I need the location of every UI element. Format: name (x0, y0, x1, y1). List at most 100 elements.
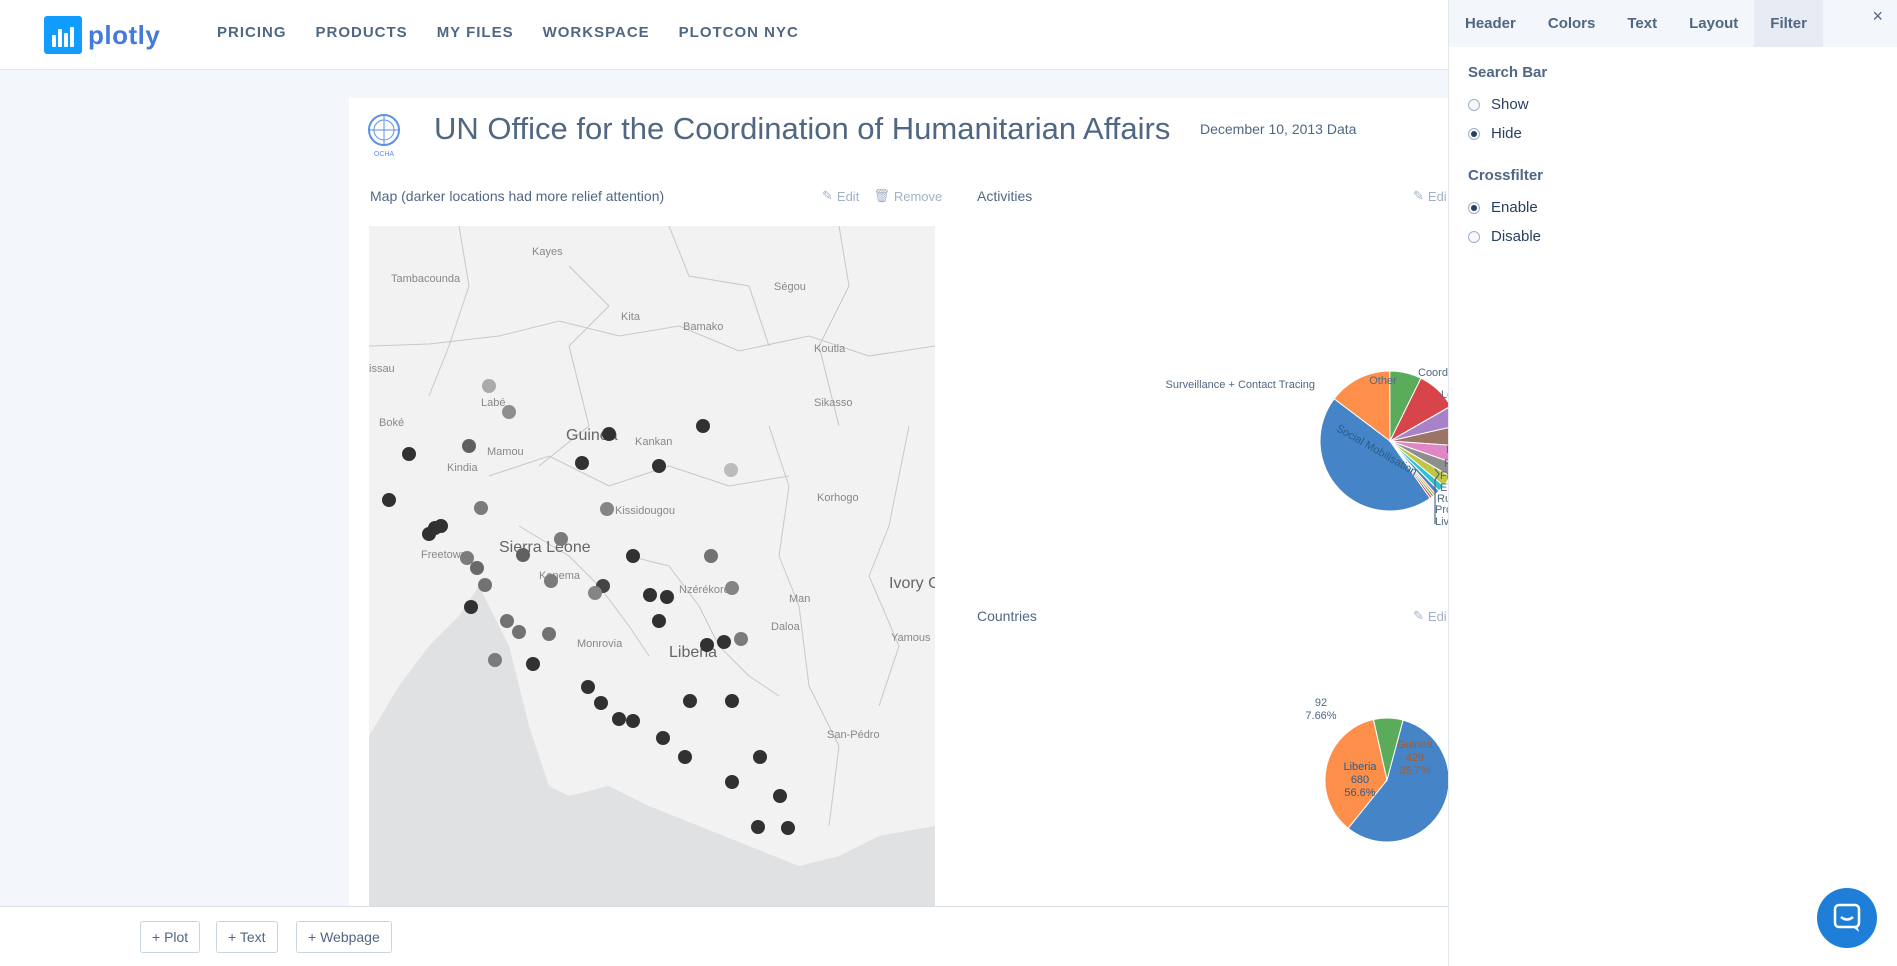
map-marker[interactable] (602, 427, 616, 441)
pie-label: Logistics (1441, 389, 1448, 401)
map-marker[interactable] (652, 614, 666, 628)
map-marker[interactable] (575, 456, 589, 470)
countries-pie-chart[interactable]: Liberia68056.6%Guinea42935.7%Sierra Leon… (935, 698, 1448, 908)
edit-label: Edi (1427, 188, 1447, 204)
map-marker[interactable] (478, 578, 492, 592)
map-panel-title[interactable]: Map (darker locations had more relief at… (370, 188, 664, 204)
settings-sidebar: Header Colors Text Layout Filter × Searc… (1448, 0, 1897, 966)
map-place-label: Bamako (683, 321, 723, 333)
map-place-label: Labé (481, 397, 505, 409)
map-place-label: Kindia (447, 462, 478, 474)
activities-panel-title[interactable]: Activities (977, 188, 1032, 204)
map-marker[interactable] (678, 750, 692, 764)
search-bar-show-option[interactable]: Show (1468, 90, 1547, 119)
map-marker[interactable] (626, 714, 640, 728)
close-icon[interactable]: × (1872, 6, 1883, 27)
map-marker[interactable] (488, 653, 502, 667)
map-marker[interactable] (502, 405, 516, 419)
add-webpage-button[interactable]: + Webpage (296, 921, 392, 953)
map-marker[interactable] (482, 379, 496, 393)
sidebar-tabs: Header Colors Text Layout Filter (1449, 0, 1897, 47)
pie-label: Livelihood (1435, 516, 1448, 528)
map-marker[interactable] (700, 638, 714, 652)
map-marker[interactable] (734, 632, 748, 646)
nav-my-files[interactable]: MY FILES (437, 24, 514, 41)
crossfilter-enable-option[interactable]: Enable (1468, 193, 1543, 222)
search-bar-hide-option[interactable]: Hide (1468, 119, 1547, 148)
edit-label: Edit (836, 188, 860, 204)
map-marker[interactable] (428, 521, 442, 535)
map-marker[interactable] (464, 600, 478, 614)
map-marker[interactable] (781, 821, 795, 835)
map-marker[interactable] (704, 549, 718, 563)
map-marker[interactable] (382, 493, 396, 507)
tab-layout[interactable]: Layout (1673, 0, 1754, 47)
map-marker[interactable] (588, 586, 602, 600)
map-place-label: Kita (621, 311, 641, 323)
activities-edit-button[interactable]: ✎ Edi (1413, 188, 1447, 204)
map-marker[interactable] (724, 463, 738, 477)
map-marker[interactable] (462, 439, 476, 453)
map-marker[interactable] (643, 588, 657, 602)
plotly-logo-icon (44, 16, 82, 54)
search-bar-section: Search Bar Show Hide (1468, 64, 1547, 148)
map-marker[interactable] (474, 501, 488, 515)
map-marker[interactable] (402, 447, 416, 461)
tab-colors[interactable]: Colors (1532, 0, 1612, 47)
nav-workspace[interactable]: WORKSPACE (543, 24, 650, 41)
map-marker[interactable] (544, 574, 558, 588)
map-marker[interactable] (725, 581, 739, 595)
search-bar-heading: Search Bar (1468, 64, 1548, 81)
map-marker[interactable] (512, 625, 526, 639)
map-marker[interactable] (612, 712, 626, 726)
radio-selected-icon (1468, 127, 1480, 140)
dashboard-title[interactable]: UN Office for the Coordination of Humani… (434, 111, 1170, 147)
map-marker[interactable] (542, 627, 556, 641)
map-marker[interactable] (526, 657, 540, 671)
countries-panel-title[interactable]: Countries (977, 608, 1037, 624)
map-marker[interactable] (652, 459, 666, 473)
map-edit-button[interactable]: ✎ Edit (822, 188, 859, 204)
map-place-label: Kayes (532, 246, 563, 258)
activities-pie-chart[interactable]: Social MobilisationSurveillance + Contac… (935, 216, 1448, 636)
map-marker[interactable] (696, 419, 710, 433)
brand-name: plotly (88, 19, 161, 50)
map-marker[interactable] (500, 614, 514, 628)
dashboard-subtitle[interactable]: December 10, 2013 Data (1200, 121, 1356, 137)
tab-header[interactable]: Header (1449, 0, 1532, 47)
map-marker[interactable] (626, 549, 640, 563)
map-view[interactable]: Kayes Tambacounda Ségou Kita Bamako Koutia iss… (369, 226, 935, 908)
map-marker[interactable] (470, 561, 484, 575)
pie-label: 680 (1351, 774, 1369, 786)
map-marker[interactable] (460, 551, 474, 565)
map-marker[interactable] (594, 696, 608, 710)
map-place-label: Monrovia (577, 638, 623, 650)
tab-text[interactable]: Text (1611, 0, 1673, 47)
map-marker[interactable] (753, 750, 767, 764)
map-marker[interactable] (773, 789, 787, 803)
map-marker[interactable] (725, 694, 739, 708)
map-marker[interactable] (554, 532, 568, 546)
add-text-button[interactable]: + Text (216, 921, 278, 953)
map-place-label: Korhogo (817, 492, 859, 504)
countries-edit-button[interactable]: ✎ Edi (1413, 608, 1447, 624)
map-marker[interactable] (581, 680, 595, 694)
crossfilter-disable-option[interactable]: Disable (1468, 222, 1543, 251)
chat-launcher-button[interactable] (1817, 888, 1877, 948)
map-marker[interactable] (751, 820, 765, 834)
map-marker[interactable] (683, 694, 697, 708)
map-marker[interactable] (725, 775, 739, 789)
nav-products[interactable]: PRODUCTS (316, 24, 408, 41)
plotly-logo[interactable]: plotly (44, 16, 160, 54)
map-marker[interactable] (600, 502, 614, 516)
map-marker[interactable] (656, 731, 670, 745)
nav-pricing[interactable]: PRICING (217, 24, 287, 41)
map-marker[interactable] (660, 590, 674, 604)
map-remove-button[interactable]: 🗑 Remove (873, 188, 942, 204)
map-marker[interactable] (516, 548, 530, 562)
tab-filter[interactable]: Filter (1754, 0, 1823, 47)
add-plot-button[interactable]: + Plot (140, 921, 201, 953)
map-marker[interactable] (717, 635, 731, 649)
top-nav: plotly PRICING PRODUCTS MY FILES WORKSPA… (0, 0, 1448, 70)
nav-plotcon[interactable]: PLOTCON NYC (679, 24, 799, 41)
